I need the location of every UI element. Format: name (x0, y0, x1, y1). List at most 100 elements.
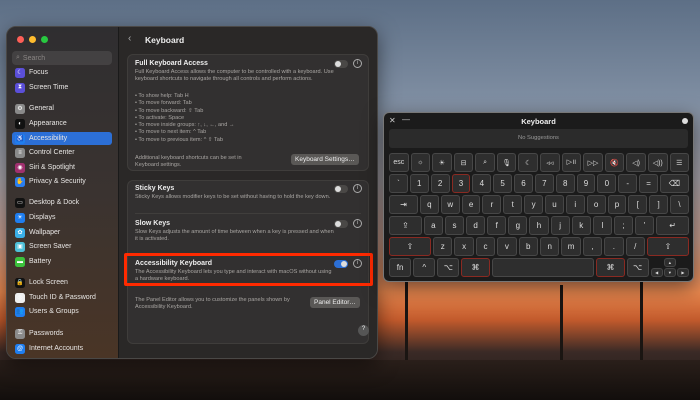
key[interactable]: i (565, 195, 585, 214)
key[interactable]: o (586, 195, 606, 214)
sidebar-item-privacy-security[interactable]: ✋ Privacy & Security (12, 175, 112, 188)
key[interactable]: , (582, 237, 603, 256)
search-input[interactable]: ⌕ Search (12, 51, 112, 65)
key[interactable]: ◃◃ (540, 153, 560, 172)
close-button[interactable] (17, 36, 24, 43)
key[interactable]: = (639, 174, 658, 193)
options-icon[interactable] (682, 118, 688, 124)
key[interactable]: ⇧ (646, 237, 689, 256)
arrow-down-key[interactable]: ▼ (663, 268, 676, 277)
key[interactable]: esc (389, 153, 409, 172)
slow-keys-toggle[interactable] (334, 220, 348, 228)
key[interactable]: . (604, 237, 624, 256)
key[interactable]: ⌥ (437, 258, 460, 277)
key[interactable]: fn (389, 258, 412, 277)
key[interactable]: ☾ (518, 153, 539, 172)
key[interactable]: 3 (451, 174, 471, 193)
sidebar-item-battery[interactable]: ▬ Battery (12, 255, 112, 268)
back-chevron-icon[interactable]: ‹ (128, 33, 131, 44)
key[interactable]: v (497, 237, 517, 256)
key[interactable]: ` (389, 174, 408, 193)
key[interactable]: h (529, 216, 549, 235)
key[interactable]: a (423, 216, 443, 235)
sidebar-item-desktop-dock[interactable]: ▭ Desktop & Dock (12, 196, 112, 209)
help-button[interactable]: ? (358, 325, 369, 336)
key[interactable]: [ (628, 195, 648, 214)
key[interactable]: d (466, 216, 486, 235)
key[interactable]: g (508, 216, 528, 235)
key[interactable]: s (444, 216, 465, 235)
minimize-button[interactable] (29, 36, 36, 43)
key[interactable]: ' (635, 216, 655, 235)
key[interactable]: 0 (597, 174, 617, 193)
keyboard-settings-button[interactable]: Keyboard Settings… (291, 154, 359, 165)
key[interactable]: 1 (409, 174, 429, 193)
key[interactable]: 4 (472, 174, 492, 193)
key[interactable]: ▷॥ (561, 153, 582, 172)
key[interactable]: x (454, 237, 474, 256)
fka-toggle[interactable] (334, 60, 348, 68)
key[interactable]: 🔇 (604, 153, 625, 172)
sidebar-item-users-groups[interactable]: 👥 Users & Groups (12, 305, 112, 318)
key[interactable]: ; (613, 216, 634, 235)
sidebar-item-focus[interactable]: ☾ Focus (12, 66, 112, 79)
key[interactable]: 6 (514, 174, 533, 193)
key[interactable]: ⇥ (389, 195, 418, 214)
key[interactable]: ☼ (410, 153, 431, 172)
key[interactable]: e (461, 195, 481, 214)
key[interactable]: 8 (555, 174, 575, 193)
key[interactable]: ⇪ (389, 216, 422, 235)
arrow-up-key[interactable]: ▲ (663, 258, 676, 267)
key[interactable]: l (592, 216, 612, 235)
key[interactable]: b (518, 237, 538, 256)
zoom-button[interactable] (41, 36, 48, 43)
sidebar-item-internet-accounts[interactable]: @ Internet Accounts (12, 342, 112, 355)
sidebar-item-screen-time[interactable]: ⧗ Screen Time (12, 81, 112, 94)
key[interactable]: c (475, 237, 496, 256)
key[interactable]: - (618, 174, 638, 193)
sidebar-item-lock-screen[interactable]: 🔒 Lock Screen (12, 276, 112, 289)
key[interactable]: ◁) (626, 153, 646, 172)
info-icon[interactable]: i (353, 219, 362, 228)
key[interactable]: ↵ (656, 216, 690, 235)
sidebar-item-displays[interactable]: ☀ Displays (12, 211, 112, 224)
key[interactable]: ☰ (669, 153, 690, 172)
sidebar-item-general[interactable]: ⚙ General (12, 102, 112, 115)
key[interactable]: p (607, 195, 627, 214)
key[interactable]: t (503, 195, 523, 214)
key[interactable]: ⌥ (626, 258, 649, 277)
key[interactable]: ^ (413, 258, 436, 277)
key[interactable]: / (625, 237, 645, 256)
info-icon[interactable]: i (353, 59, 362, 68)
key[interactable]: q (419, 195, 439, 214)
sidebar-item-touch-id-password[interactable]: ◎ Touch ID & Password (12, 291, 112, 304)
key[interactable]: y (524, 195, 544, 214)
key[interactable]: m (561, 237, 581, 256)
key[interactable]: ⌫ (659, 174, 689, 193)
key[interactable]: ⌕ (475, 153, 495, 172)
key[interactable]: ◁)) (647, 153, 668, 172)
sidebar-item-appearance[interactable]: ◐ Appearance (12, 117, 112, 130)
info-icon[interactable]: i (353, 184, 362, 193)
arrow-left-key[interactable]: ◀ (650, 268, 663, 277)
key[interactable]: ] (649, 195, 669, 214)
key[interactable]: \ (670, 195, 689, 214)
sidebar-item-passwords[interactable]: ⚿ Passwords (12, 327, 112, 340)
key[interactable]: ⇧ (389, 237, 432, 256)
key[interactable]: 2 (430, 174, 450, 193)
key[interactable]: k (571, 216, 591, 235)
key[interactable]: z (433, 237, 453, 256)
key[interactable]: ⌘ (461, 258, 490, 277)
key[interactable]: f (487, 216, 507, 235)
key[interactable]: w (440, 195, 460, 214)
key[interactable]: ⌘ (596, 258, 625, 277)
arrow-right-key[interactable]: ▶ (676, 268, 689, 277)
key[interactable]: n (539, 237, 560, 256)
key[interactable]: 🎙 (496, 153, 517, 172)
key[interactable]: 9 (576, 174, 596, 193)
sidebar-item-control-center[interactable]: ≡ Control Center (12, 146, 112, 159)
key[interactable]: 7 (534, 174, 554, 193)
sidebar-item-accessibility[interactable]: ♿ Accessibility (12, 132, 112, 145)
sidebar-item-screen-saver[interactable]: ▣ Screen Saver (12, 240, 112, 253)
panel-editor-button[interactable]: Panel Editor… (310, 297, 360, 308)
